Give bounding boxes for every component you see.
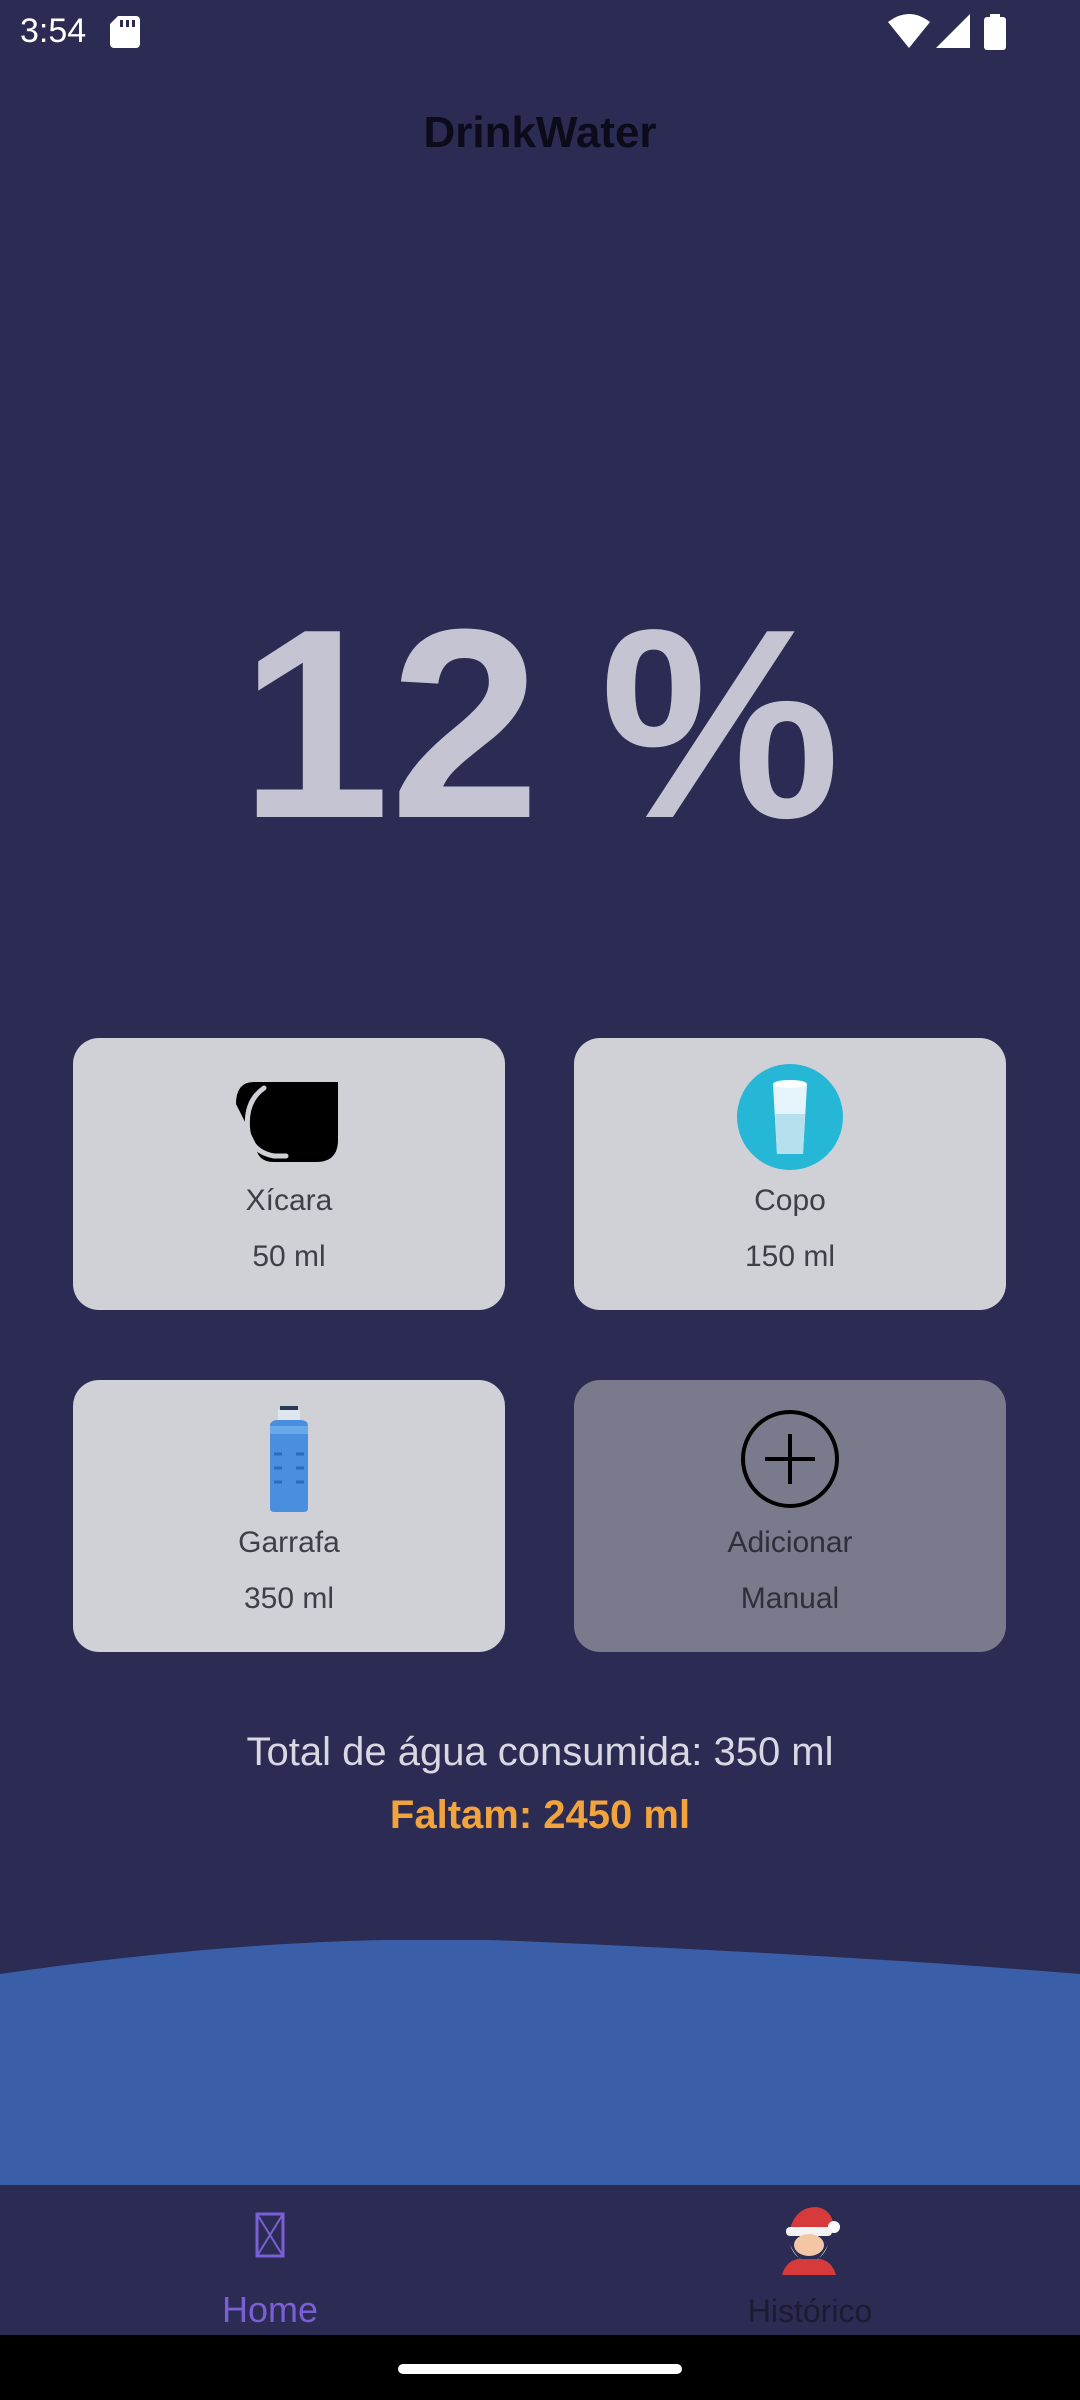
bottom-navigation: Home Histórico — [0, 2185, 1080, 2335]
option-name: Xícara — [245, 1184, 333, 1217]
nav-item-home[interactable]: Home — [0, 2185, 540, 2335]
wifi-icon — [888, 14, 930, 48]
nav-label-history: Histórico — [747, 2293, 873, 2329]
water-wave — [0, 1940, 1080, 2185]
signal-icon — [936, 14, 970, 48]
add-manual-button[interactable]: Adicionar Manual — [574, 1380, 1006, 1652]
add-circle-icon — [741, 1410, 839, 1508]
option-volume: 150 ml — [744, 1240, 836, 1273]
gesture-handle[interactable] — [398, 2364, 682, 2374]
santa-icon — [782, 2207, 840, 2275]
status-time: 3:54 — [20, 12, 87, 50]
option-name: Copo — [754, 1184, 826, 1217]
bottle-icon — [270, 1406, 308, 1512]
progress-value: 12 — [239, 574, 541, 875]
status-bar: 3:54 — [0, 0, 1080, 62]
glass-icon — [737, 1064, 843, 1170]
battery-icon — [984, 14, 1006, 50]
option-volume: Manual — [740, 1582, 840, 1615]
option-name: Garrafa — [238, 1526, 340, 1559]
total-consumed: Total de água consumida: 350 ml — [246, 1730, 834, 1774]
option-card-xicara[interactable]: Xícara 50 ml — [73, 1038, 505, 1310]
progress-percentage: 12% — [0, 590, 1080, 860]
nav-item-history[interactable]: Histórico — [540, 2185, 1080, 2335]
progress-unit: % — [600, 574, 841, 875]
sd-card-icon — [110, 16, 140, 48]
remaining-amount: Faltam: 2450 ml — [389, 1793, 691, 1837]
mug-icon — [236, 1082, 338, 1162]
home-icon — [255, 2212, 285, 2258]
app-title: DrinkWater — [423, 108, 657, 157]
option-name: Adicionar — [727, 1526, 853, 1559]
option-card-garrafa[interactable]: Garrafa 350 ml — [73, 1380, 505, 1652]
option-volume: 350 ml — [243, 1582, 335, 1615]
option-volume: 50 ml — [252, 1240, 326, 1273]
option-card-copo[interactable]: Copo 150 ml — [574, 1038, 1006, 1310]
